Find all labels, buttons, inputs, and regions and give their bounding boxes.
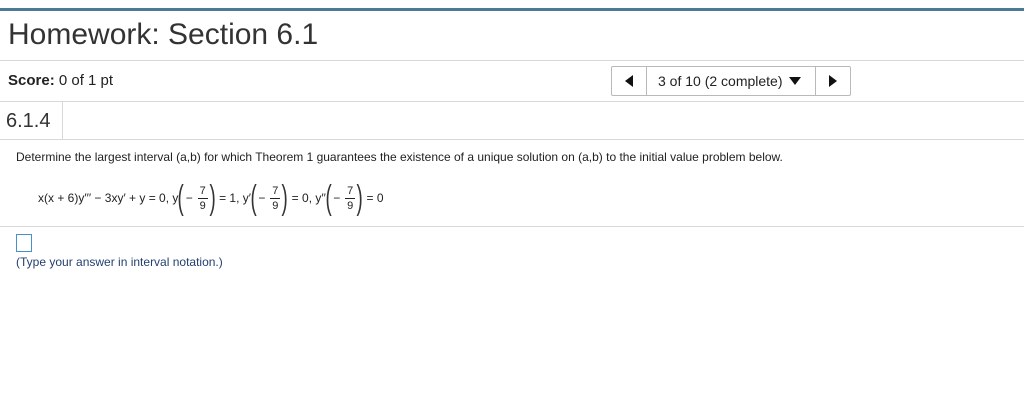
fraction-numerator: 7 xyxy=(347,184,354,197)
paren-left: ( xyxy=(325,179,332,217)
minus-sign: − xyxy=(333,191,341,205)
paren-right: ) xyxy=(209,179,216,217)
score-value: 0 of 1 pt xyxy=(58,72,114,89)
arrow-left-icon xyxy=(625,75,633,87)
question-number: 6.1.4 xyxy=(6,110,51,132)
answer-input[interactable] xyxy=(16,234,32,252)
divider xyxy=(0,60,1024,61)
score-display: Score: 0 of 1 pt xyxy=(8,72,113,89)
question-position-text: 3 of 10 (2 complete) xyxy=(658,73,783,89)
fraction: 7 9 xyxy=(197,184,208,213)
paren-left: ( xyxy=(250,179,257,217)
caret-down-icon xyxy=(788,77,801,85)
paren-right: ) xyxy=(281,179,289,217)
paren-right: ) xyxy=(356,179,363,217)
divider xyxy=(0,101,1024,102)
next-question-button[interactable] xyxy=(815,67,850,95)
fraction: 7 9 xyxy=(345,184,356,213)
divider xyxy=(0,226,1024,227)
minus-sign: − xyxy=(185,191,193,205)
fraction-numerator: 7 xyxy=(199,184,206,197)
initial-condition-3: = 0 xyxy=(366,191,384,205)
paren-left: ( xyxy=(177,179,185,217)
question-prompt: Determine the largest interval (a,b) for… xyxy=(16,150,783,164)
differential-equation: x(x + 6)y′′′ − 3xy′ + y = 0, y xyxy=(38,191,179,205)
initial-condition-1: = 1, y′ xyxy=(219,191,251,205)
page-title: Homework: Section 6.1 xyxy=(8,18,319,51)
divider xyxy=(0,139,1024,140)
question-select-dropdown[interactable]: 3 of 10 (2 complete) xyxy=(647,67,815,95)
fraction-denominator: 9 xyxy=(199,199,206,212)
initial-condition-2: = 0, y′′ xyxy=(291,191,326,205)
question-navigator: 3 of 10 (2 complete) xyxy=(611,66,851,96)
initial-value-problem: x(x + 6)y′′′ − 3xy′ + y = 0, y ( − 7 9 )… xyxy=(38,178,384,218)
fraction: 7 9 xyxy=(270,184,281,213)
fraction-numerator: 7 xyxy=(272,184,279,197)
fraction-denominator: 9 xyxy=(272,199,279,212)
answer-hint: (Type your answer in interval notation.) xyxy=(16,255,223,269)
arrow-right-icon xyxy=(829,75,837,87)
fraction-denominator: 9 xyxy=(347,199,354,212)
top-accent-bar xyxy=(0,8,1024,11)
minus-sign: − xyxy=(258,191,266,205)
previous-question-button[interactable] xyxy=(612,67,647,95)
score-label: Score: xyxy=(8,72,55,89)
